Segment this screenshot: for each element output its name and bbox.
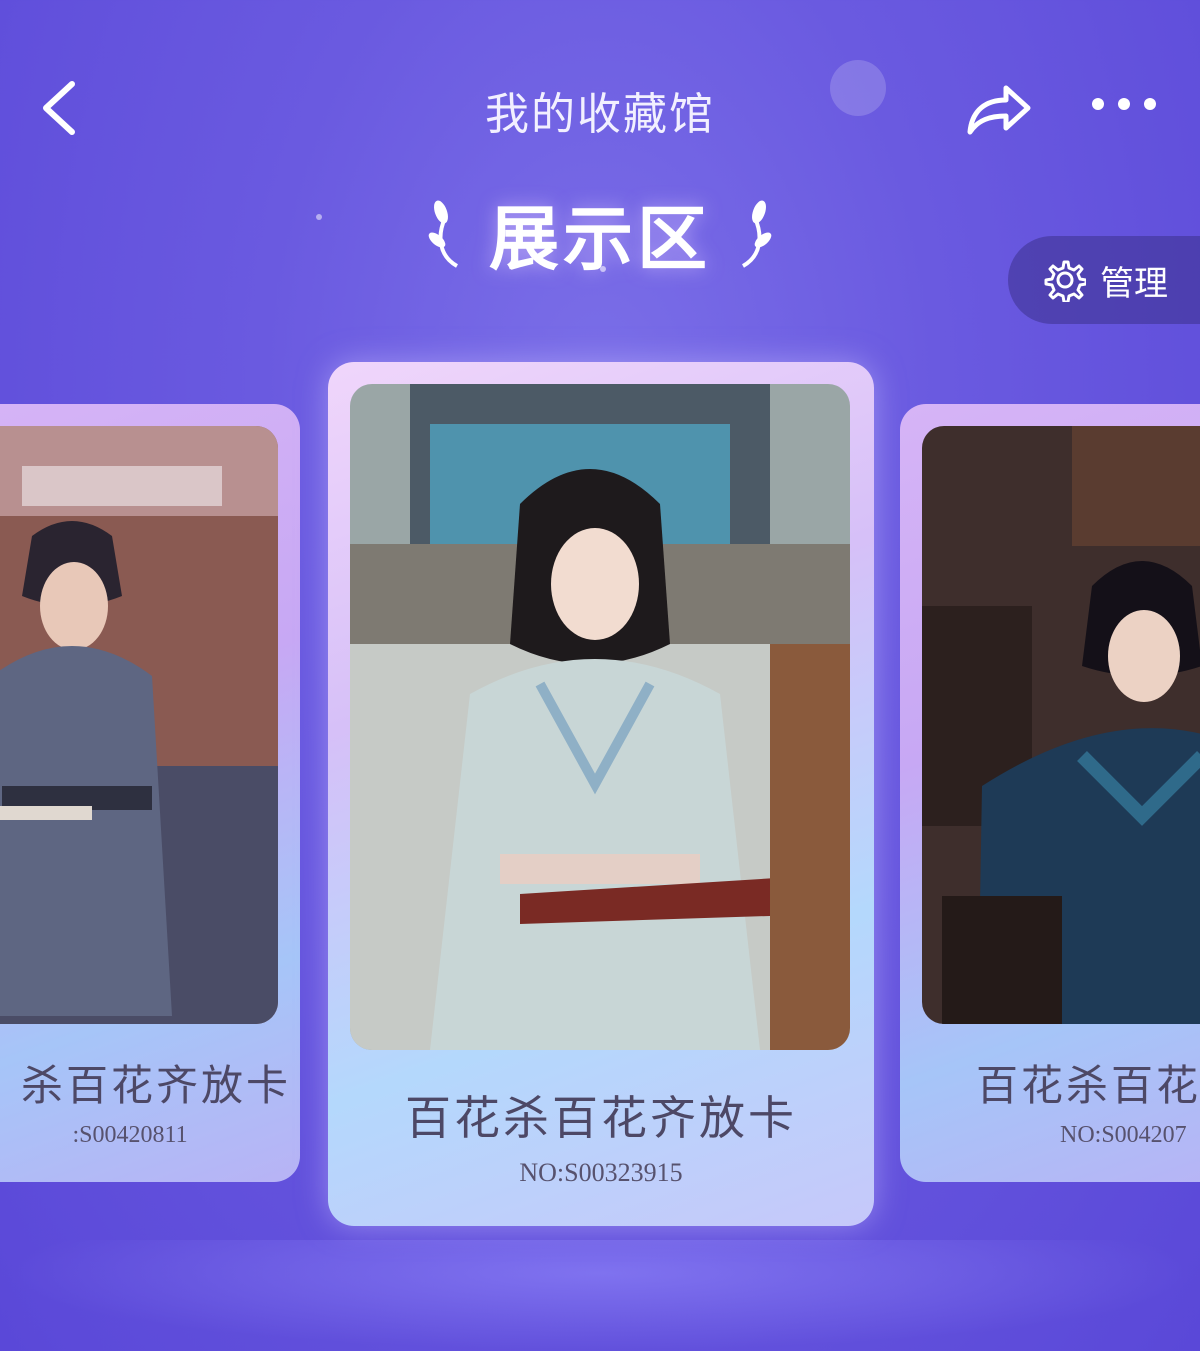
collection-card[interactable]: 杀百花齐放卡 :S00420811 bbox=[0, 404, 300, 1182]
card-number: NO:S004207 bbox=[1060, 1122, 1187, 1148]
card-photo bbox=[0, 426, 278, 1024]
manage-label: 管理 bbox=[1100, 263, 1168, 304]
section-title: 展示区 bbox=[489, 197, 711, 280]
stage-glow bbox=[0, 1240, 1200, 1351]
card-name: 百花杀百花齐放卡 bbox=[405, 1091, 797, 1145]
laurel-left-icon bbox=[428, 200, 459, 268]
more-options-button[interactable] bbox=[1086, 86, 1162, 122]
share-button[interactable] bbox=[962, 76, 1036, 140]
card-number: NO:S00323915 bbox=[519, 1158, 683, 1187]
top-bar: 我的收藏馆 bbox=[0, 0, 1200, 210]
card-photo bbox=[922, 426, 1200, 1024]
card-name: 百花杀百花齐 bbox=[976, 1061, 1200, 1110]
collection-card[interactable]: 百花杀百花齐 NO:S004207 bbox=[900, 404, 1200, 1182]
gear-icon bbox=[1044, 260, 1086, 302]
card-number: :S00420811 bbox=[72, 1122, 188, 1148]
card-photo bbox=[350, 384, 850, 1050]
manage-button[interactable]: 管理 bbox=[1008, 236, 1200, 324]
laurel-right-icon bbox=[741, 200, 772, 268]
share-arrow-icon bbox=[967, 85, 1031, 135]
more-dots-icon bbox=[1092, 98, 1156, 110]
collection-card-featured[interactable]: 百花杀百花齐放卡 NO:S00323915 bbox=[328, 362, 874, 1226]
card-name: 杀百花齐放卡 bbox=[20, 1061, 291, 1110]
